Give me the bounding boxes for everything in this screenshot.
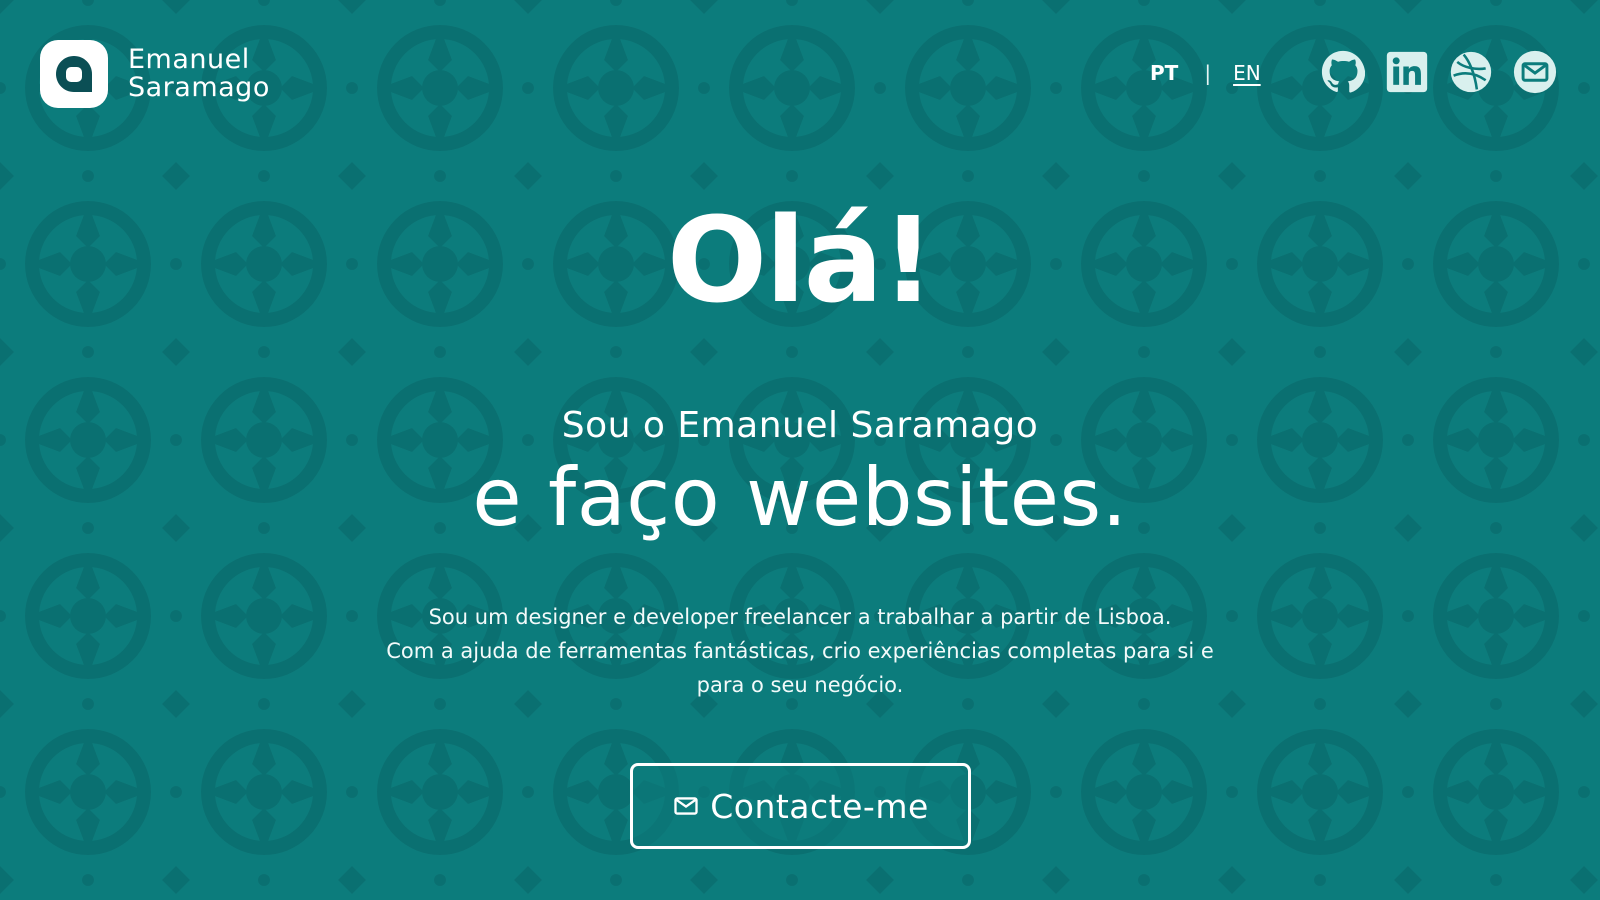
- hero-description-line: para o seu negócio.: [696, 673, 904, 697]
- contact-button-label: Contacte-me: [710, 786, 929, 826]
- site-name: Emanuel Saramago: [128, 46, 270, 102]
- github-icon[interactable]: [1321, 50, 1365, 94]
- email-icon[interactable]: [1513, 50, 1557, 94]
- hero-description-line: Sou um designer e developer freelancer a…: [428, 605, 1172, 629]
- logo-link[interactable]: Emanuel Saramago: [40, 40, 270, 108]
- dribbble-icon[interactable]: [1449, 50, 1493, 94]
- hero-greeting: Olá!: [666, 191, 935, 329]
- hero-description-line: Com a ajuda de ferramentas fantásticas, …: [386, 639, 1214, 663]
- language-switcher: PT | EN: [1150, 61, 1261, 85]
- language-separator: |: [1204, 61, 1212, 85]
- mail-icon: [672, 792, 700, 820]
- language-en[interactable]: EN: [1233, 61, 1261, 85]
- contact-button[interactable]: Contacte-me: [630, 763, 971, 849]
- site-name-last: Saramago: [128, 72, 270, 103]
- language-pt[interactable]: PT: [1150, 61, 1178, 85]
- hero-tagline: e faço websites.: [472, 451, 1128, 544]
- social-links: [1321, 50, 1557, 94]
- hero-intro: Sou o Emanuel Saramago: [561, 405, 1039, 446]
- linkedin-icon[interactable]: [1385, 50, 1429, 94]
- site-header: Emanuel Saramago PT | EN: [0, 0, 1600, 150]
- logo-a-icon: [40, 40, 108, 108]
- hero-description: Sou um designer e developer freelancer a…: [300, 600, 1300, 702]
- site-name-first: Emanuel: [128, 44, 250, 75]
